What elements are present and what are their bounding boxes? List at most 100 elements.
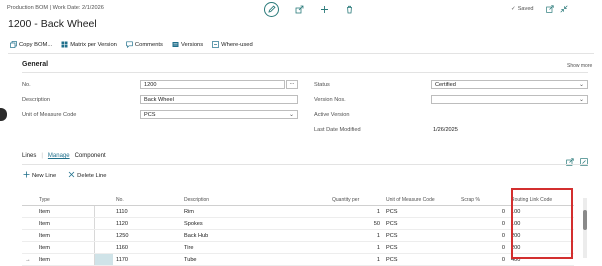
check-icon: ✓	[511, 6, 516, 12]
where-used-button[interactable]: Where-used	[212, 41, 253, 48]
save-status: ✓ Saved	[511, 6, 534, 12]
general-heading: General	[22, 61, 49, 68]
divider	[8, 53, 594, 54]
column-header-quantity-per[interactable]: Quantity per	[329, 194, 383, 206]
column-header-scrap[interactable]: Scrap %	[458, 194, 508, 206]
cell-type[interactable]: Item	[36, 253, 94, 266]
comment-icon	[126, 41, 133, 48]
uom-label: Unit of Measure Code	[22, 112, 77, 118]
assist-edit-button[interactable]: ...	[286, 80, 298, 89]
copy-icon	[10, 41, 17, 48]
new-line-icon	[23, 171, 30, 180]
cell-scrap[interactable]: 0	[458, 229, 508, 242]
cell-description[interactable]: Tire	[181, 241, 329, 254]
page-title: 1200 - Back Wheel	[8, 18, 97, 30]
matrix-per-version-button[interactable]: Matrix per Version	[61, 41, 117, 48]
table-row[interactable]: Item 1250 Back Hub 1 PCS 0 200	[22, 229, 574, 242]
cell-description[interactable]: Rim	[181, 205, 329, 218]
column-header-uom[interactable]: Unit of Measure Code	[383, 194, 458, 206]
scrollbar-thumb[interactable]	[583, 210, 587, 230]
cell-description[interactable]: Tube	[181, 253, 329, 266]
cell-type[interactable]: Item	[36, 229, 94, 242]
right-header: ✓ Saved	[511, 5, 568, 13]
action-bar: Copy BOM... Matrix per Version Comments …	[10, 41, 253, 48]
cell-scrap[interactable]: 0	[458, 241, 508, 254]
cell-no[interactable]: 1110	[113, 205, 181, 218]
cell-quantity-per[interactable]: 50	[329, 217, 383, 230]
lines-tabs: Lines | Manage Component	[22, 153, 106, 159]
version-nos-select[interactable]: ⌄	[431, 95, 588, 104]
versions-button[interactable]: Versions	[172, 41, 203, 48]
copy-bom-button[interactable]: Copy BOM...	[10, 41, 52, 48]
cell-description[interactable]: Back Hub	[181, 229, 329, 242]
cell-uom[interactable]: PCS	[383, 205, 458, 218]
chevron-down-icon: ⌄	[578, 97, 584, 103]
cell-quantity-per[interactable]: 1	[329, 229, 383, 242]
cell-no[interactable]: 1160	[113, 241, 181, 254]
lines-table: Type No. Description Quantity per Unit o…	[22, 194, 574, 266]
comments-button[interactable]: Comments	[126, 41, 163, 48]
cell-scrap[interactable]: 0	[458, 217, 508, 230]
table-row[interactable]: Item 1120 Spokes 50 PCS 0 100	[22, 217, 574, 230]
uom-select[interactable]: PCS ⌄	[140, 110, 298, 119]
tab-component[interactable]: Component	[75, 153, 106, 159]
cell-no[interactable]: 1170	[113, 253, 181, 266]
delete-line-icon	[68, 171, 75, 180]
versions-icon	[172, 41, 179, 48]
delete-icon[interactable]	[345, 5, 354, 14]
table-row[interactable]: → Item 1170 Tube 1 PCS 0 400	[22, 253, 574, 266]
cell-uom[interactable]: PCS	[383, 241, 458, 254]
collapse-icon[interactable]	[560, 5, 568, 13]
breadcrumb: Production BOM | Work Date: 2/1/2026	[7, 5, 104, 11]
active-version-label: Active Version	[314, 112, 350, 118]
column-header-description[interactable]: Description	[181, 194, 329, 206]
open-new-window-icon[interactable]	[545, 5, 554, 13]
table-row[interactable]: Item 1160 Tire 1 PCS 0 200	[22, 241, 574, 254]
table-row[interactable]: Item 1110 Rim 1 PCS 0 100	[22, 205, 574, 218]
column-header-type[interactable]: Type	[36, 194, 94, 206]
expand-icon[interactable]	[580, 153, 588, 171]
lines-heading: Lines	[22, 153, 37, 159]
status-select[interactable]: Certified ⌄	[431, 80, 588, 89]
last-modified-label: Last Date Modified	[314, 127, 361, 133]
version-nos-label: Version Nos.	[314, 97, 346, 103]
lines-toolbar: New Line Delete Line	[23, 171, 107, 180]
share-icon[interactable]	[295, 5, 304, 14]
show-more-link[interactable]: Show more	[567, 63, 592, 69]
no-field[interactable]: 1200	[140, 80, 285, 89]
top-toolbar	[264, 1, 366, 17]
add-icon[interactable]	[320, 5, 329, 14]
cell-quantity-per[interactable]: 1	[329, 205, 383, 218]
routing-link-highlight-box	[511, 188, 573, 259]
tab-manage[interactable]: Manage	[48, 153, 70, 159]
last-modified-value: 1/26/2025	[433, 127, 458, 133]
cell-quantity-per[interactable]: 1	[329, 241, 383, 254]
selected-cell[interactable]	[93, 253, 113, 266]
chevron-down-icon: ⌄	[578, 82, 584, 88]
cell-uom[interactable]: PCS	[383, 217, 458, 230]
new-line-button[interactable]: New Line	[23, 171, 56, 180]
delete-line-button[interactable]: Delete Line	[68, 171, 107, 180]
cell-scrap[interactable]: 0	[458, 253, 508, 266]
cell-type[interactable]: Item	[36, 205, 94, 218]
divider	[22, 164, 588, 165]
chevron-down-icon: ⌄	[288, 112, 294, 118]
cell-no[interactable]: 1250	[113, 229, 181, 242]
table-header-row: Type No. Description Quantity per Unit o…	[22, 194, 574, 206]
description-label: Description	[22, 97, 50, 103]
cell-type[interactable]: Item	[36, 217, 94, 230]
cell-type[interactable]: Item	[36, 241, 94, 254]
column-header-no[interactable]: No.	[113, 194, 181, 206]
cell-description[interactable]: Spokes	[181, 217, 329, 230]
cell-quantity-per[interactable]: 1	[329, 253, 383, 266]
share-icon[interactable]	[566, 153, 574, 171]
cell-uom[interactable]: PCS	[383, 253, 458, 266]
where-used-icon	[212, 41, 220, 48]
cell-scrap[interactable]: 0	[458, 205, 508, 218]
cell-uom[interactable]: PCS	[383, 229, 458, 242]
description-field[interactable]: Back Wheel	[140, 95, 298, 104]
side-handle[interactable]	[0, 108, 7, 121]
divider	[22, 72, 588, 73]
cell-no[interactable]: 1120	[113, 217, 181, 230]
edit-icon[interactable]	[264, 1, 279, 17]
